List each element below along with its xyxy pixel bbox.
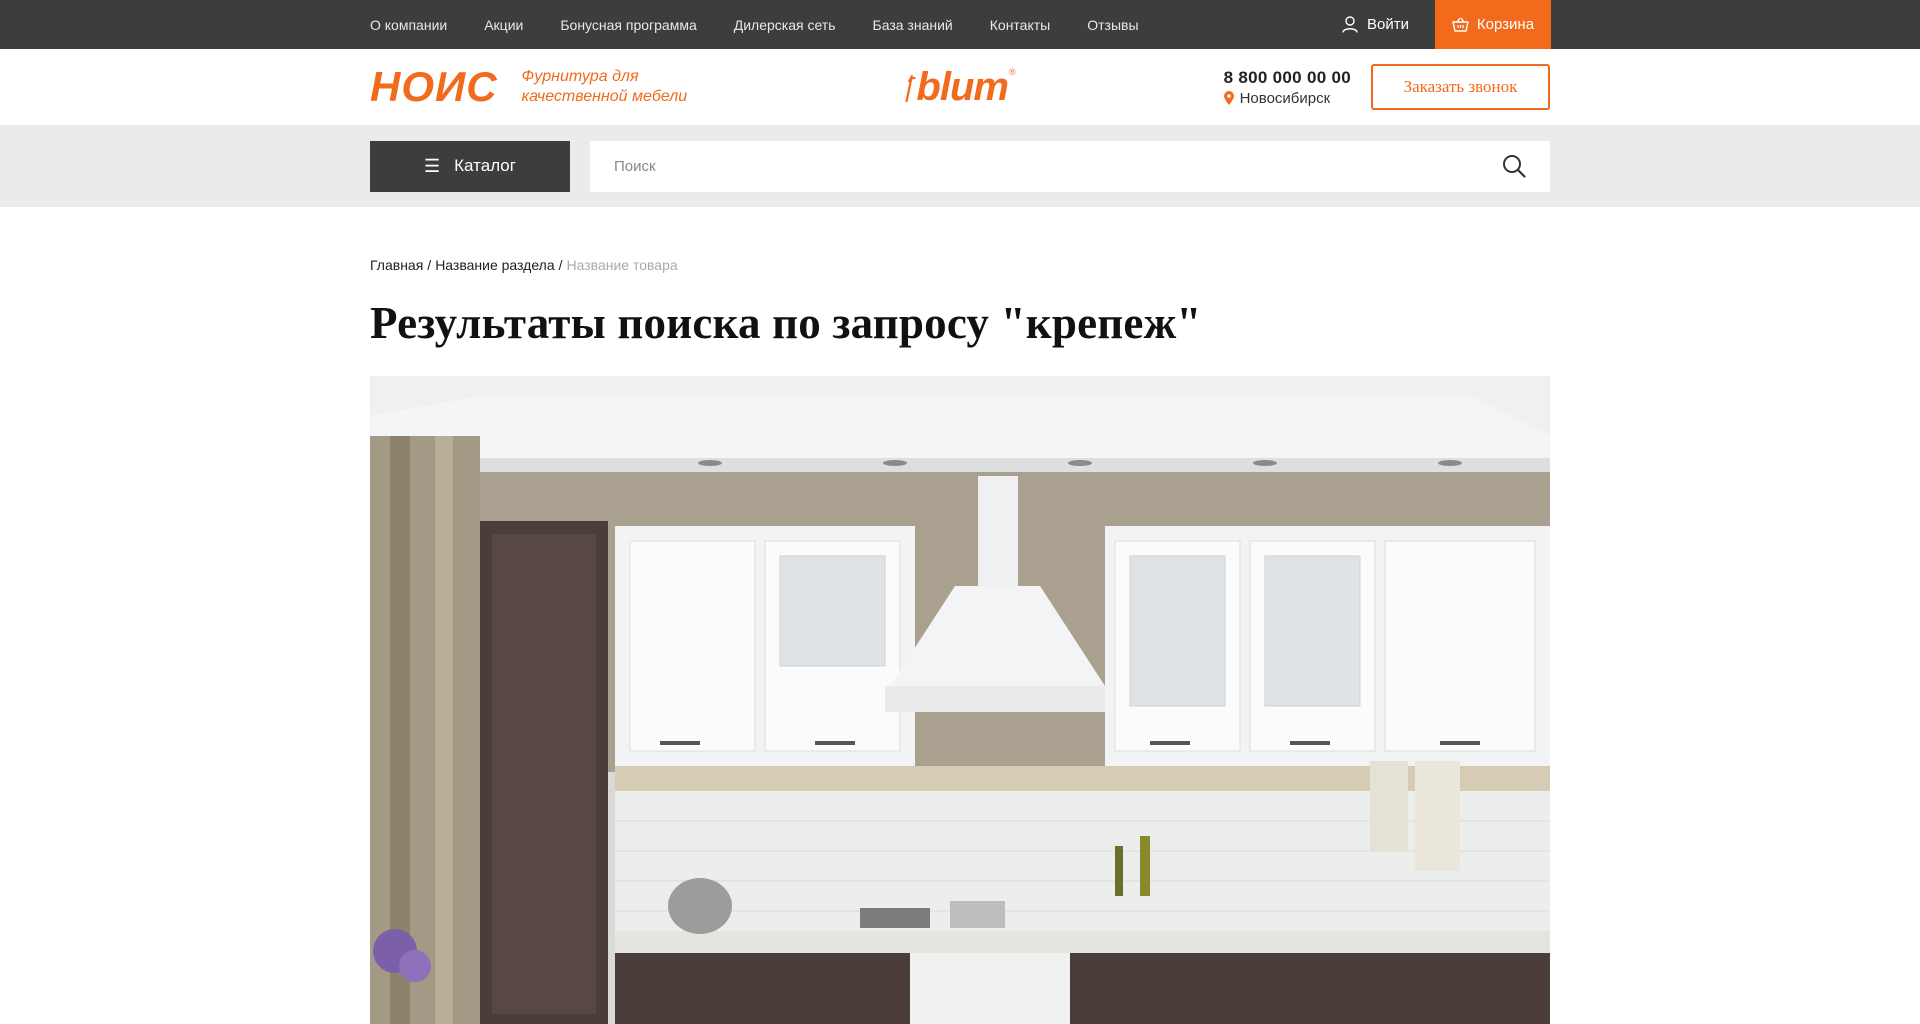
nav-contacts[interactable]: Контакты xyxy=(990,17,1050,33)
brand-logo-blum: blum ® xyxy=(904,65,1016,109)
login-label: Войти xyxy=(1367,16,1409,33)
nav-promotions[interactable]: Акции xyxy=(484,17,523,33)
brand-wordmark: blum xyxy=(916,65,1009,109)
top-right-actions: Войти Корзина xyxy=(1342,0,1551,49)
brand-registered-mark: ® xyxy=(1008,67,1016,77)
logo-tagline-line-2: качественной мебели xyxy=(521,88,688,105)
city-label: Новосибирск xyxy=(1239,89,1331,107)
kitchen-banner-image xyxy=(370,376,1550,1024)
header-contacts: 8 800 000 00 00 Новосибирск xyxy=(1223,68,1351,107)
site-logo[interactable]: НОИС Фурнитура для качественной мебели xyxy=(370,66,692,108)
breadcrumb-current: Название товара xyxy=(566,257,678,273)
logo-tagline: Фурнитура для качественной мебели xyxy=(522,67,692,107)
blum-mark-icon xyxy=(905,74,916,102)
phone-number[interactable]: 8 800 000 00 00 xyxy=(1224,68,1351,88)
nav-dealer-network[interactable]: Дилерская сеть xyxy=(734,17,836,33)
main-content: Главная / Название раздела / Название товара… xyxy=(370,257,1550,1024)
logo-tagline-line-1: Фурнитура для xyxy=(521,68,639,85)
nav-about[interactable]: О компании xyxy=(370,17,447,33)
basket-icon xyxy=(1452,17,1469,32)
location-pin-icon xyxy=(1223,91,1234,105)
breadcrumb-section[interactable]: Название раздела xyxy=(435,257,554,273)
menu-icon: ☰ xyxy=(424,155,441,176)
nav-reviews[interactable]: Отзывы xyxy=(1087,17,1138,33)
login-button[interactable]: Войти xyxy=(1342,16,1409,33)
kitchen-illustration xyxy=(370,376,1550,1024)
page-title: Результаты поиска по запросу "крепеж" xyxy=(370,298,1202,348)
catalog-label: Каталог xyxy=(454,156,516,175)
city-selector[interactable]: Новосибирск xyxy=(1223,89,1351,107)
logo-wordmark: НОИС xyxy=(370,63,498,110)
breadcrumb-home[interactable]: Главная xyxy=(370,257,423,273)
top-navigation: О компании Акции Бонусная программа Диле… xyxy=(370,17,1176,33)
search-box xyxy=(590,140,1550,192)
search-icon[interactable] xyxy=(1502,154,1526,178)
search-strip: ☰ Каталог xyxy=(0,125,1920,207)
breadcrumb-separator: / xyxy=(427,257,432,273)
callback-button[interactable]: Заказать звонок xyxy=(1371,64,1550,110)
catalog-button[interactable]: ☰ Каталог xyxy=(370,140,570,192)
nav-knowledge-base[interactable]: База знаний xyxy=(873,17,953,33)
nav-bonus-program[interactable]: Бонусная программа xyxy=(560,17,696,33)
user-icon xyxy=(1342,16,1358,33)
breadcrumb-separator: / xyxy=(558,257,563,273)
cart-label: Корзина xyxy=(1476,16,1535,33)
site-header: НОИС Фурнитура для качественной мебели b… xyxy=(0,49,1920,125)
cart-button[interactable]: Корзина xyxy=(1435,0,1551,49)
search-input[interactable] xyxy=(614,157,1502,175)
top-bar: О компании Акции Бонусная программа Диле… xyxy=(0,0,1920,49)
breadcrumb: Главная / Название раздела / Название товара xyxy=(370,257,1550,273)
